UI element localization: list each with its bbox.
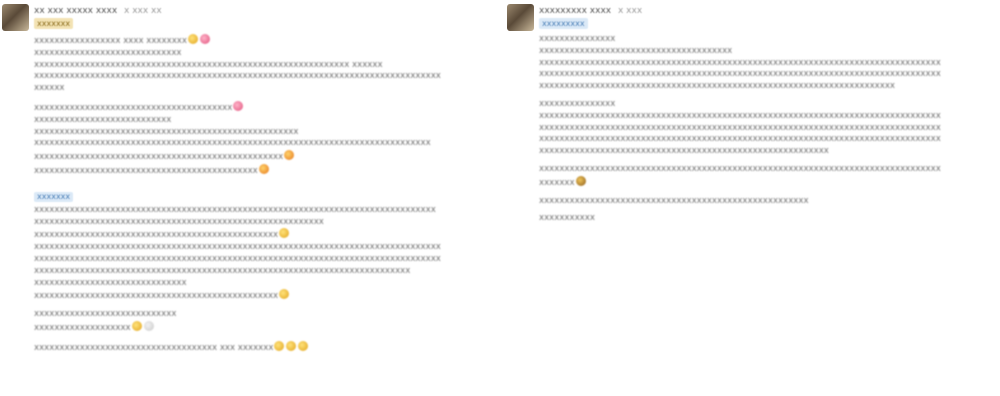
gold-emoji-icon (131, 320, 142, 331)
text-line: xxxxxxxxxxxxxxxxxxxxxxxxxxxxxxxxxxxxxxxx… (34, 228, 496, 242)
post-meta: x xxx xx (124, 6, 162, 16)
paragraph: xxxxxxxxxxxxxxxxxxxxxxxxxxxxxxxxxxxxxxx … (34, 100, 496, 178)
text-line: xxxxxxxxxxxxxxx (539, 98, 616, 109)
pink-emoji-icon (199, 34, 210, 44)
text-line: xxxxxxxxxxxxxxxxxxxxxxxxxxxxxxxxxxxxxxxx… (34, 126, 299, 137)
text-line: xxxxxxxxxxxxxxxxxxxxxxxxxxxxxxxxxxxxxxxx… (539, 57, 941, 68)
text-line: xxxxxxxxxxxxxxxxxxxxxxxxxxxxxxxxxxxxxxxx… (34, 265, 411, 276)
user-badge: xxxxxxxxx (539, 18, 588, 29)
text-line: xxxxxxxxxxxxxxxxxxxxxxxxxxxxxxxxxxxxxxxx… (539, 110, 941, 121)
fire-emoji-icon (258, 163, 269, 174)
avatar[interactable] (2, 4, 29, 31)
text-line: xxxxxxxxxxxxxxxxxxxxxxxxxxxxxxxxxxxx xxx… (34, 340, 496, 355)
paragraph: xxxxxxxxxxxxxxx xxxxxxxxxxxxxxxxxxxxxxxx… (539, 34, 991, 93)
text-line: xxxxxxxxxxxxxxxxxxxxxxxxxxxxxxxxxxxxxxxx… (34, 216, 324, 227)
paragraph: xxxxxxxxxxxxxxxxxxxxxxxxxxxxxxxxxxxxxxxx… (539, 196, 991, 208)
user-badge: xxxxxxx (34, 18, 74, 29)
text-line: xxxxxxxxxxxxxxxxxxxxxxxxxxxxxxxxxxxxxx (539, 45, 733, 56)
text-line: xxxxxxxxxxxxxxxxxxxxxxxxxxxxxxxxxxxxxxxx… (539, 195, 809, 206)
author-line: xx xxx xxxxx xxxx x xxx xx (34, 6, 162, 16)
gold-emoji-icon (298, 340, 309, 351)
text-line: xxxxxxxxxxxxxxxxxxxxxxxxxxxxxxxxxxxxxxxx… (539, 69, 941, 80)
text-line: xxxxxxxxxxxxxxxxxxx (34, 320, 496, 335)
gold-emoji-icon (279, 289, 290, 300)
text-line: xxxxxxxxxxxxxxxxxxxxxxxxxxxxxxxxxxxxxxxx… (34, 204, 436, 215)
text-line: xxxxxxxxxxxxxxxxxxxxxxxxxxxxxxxxxxxxxxxx… (34, 253, 441, 264)
comment-page: xx xxx xxxxx xxxx x xxx xx xxxxxxx xxxxx… (0, 0, 1000, 396)
author-name[interactable]: xx xxx xxxxx xxxx (34, 6, 117, 16)
comment-header: xx xxx xxxxx xxxx x xxx xx xxxxxxx (0, 0, 500, 34)
text-line: xxxxxxxxxxxxxxxxxxxxxxxxxxxxxx (34, 277, 187, 288)
gold-emoji-icon (187, 34, 198, 44)
paragraph: xxxxxxxxxxxxxxx xxxxxxxxxxxxxxxxxxxxxxxx… (539, 99, 991, 158)
text-line: xxxxxxxxxxxxxxxxxxxxxxxxxxxxxxxxxxxxxxxx… (34, 150, 496, 164)
text-line: xxxxxxxxxxxxxxxxxxxxxxxxxxxxxxxxxxxxxxxx… (34, 289, 496, 303)
quote-tag[interactable]: xxxxxxx (34, 191, 74, 202)
gold-emoji-icon (286, 340, 297, 351)
comment-body: xxxxxxxxxxxxxxx xxxxxxxxxxxxxxxxxxxxxxxx… (505, 34, 995, 225)
text-line: xxxxxxxxxxxxxxxxxxxxxxxxxxxxxxxxxxxxxxx (34, 100, 496, 115)
text-line: xxxxxxxxxxxxxxxxxxxxxxxxxxxxxxxxxxxxxxxx… (539, 81, 896, 92)
author-name[interactable]: xxxxxxxxx xxxx (539, 6, 611, 16)
text-line: xxxxxxxxxxxxxxx (539, 34, 616, 44)
paragraph: xxxxxxxxxxx (539, 213, 991, 225)
fire-emoji-icon (284, 150, 295, 161)
text-line: xxxxxxxxxxxxxxxxxxxxxxxxxxxxxxxxxxxxxxxx… (539, 146, 829, 157)
text-line: xxxxxx (34, 83, 65, 94)
text-line: xxxxxxxxxxxxxxxxxxxxxxxxxxxxxxxxxxxxxxxx… (34, 163, 496, 178)
comment-right: xxxxxxxxx xxxx x xxx xxxxxxxxx xxxxxxxxx… (505, 0, 995, 231)
text-line: xxxxxxxxxxxxxxxxxxxxxxxxxxxxxxxxxxxxxxxx… (34, 138, 431, 149)
paragraph: xxxxxxxxxxxxxxxxxxxxxxxxxxxx xxxxxxxxxxx… (34, 309, 496, 335)
post-meta: x xxx (617, 6, 643, 16)
avatar[interactable] (507, 4, 534, 31)
author-line: xxxxxxxxx xxxx x xxx (539, 6, 642, 16)
text-line: xxxxxxxxxxxxxxxxxxxxxxxxxxxxxxxxxxxxxxxx… (539, 163, 941, 174)
pink-emoji-icon (233, 100, 244, 111)
comment-body: xxxxxxxxxxxxxxxxx xxxx xxxxxxxx xxxxxxxx… (0, 34, 500, 355)
text-line: xxxxxxxxxxxxxxxxxxxxxxxxxxxxx (34, 47, 182, 58)
gold-emoji-icon (279, 228, 290, 239)
text-line: xxxxxxxxxxxxxxxxxxxxxxxxxxxxxxxxxxxxxxxx… (34, 59, 383, 70)
comment-header: xxxxxxxxx xxxx x xxx xxxxxxxxx (505, 0, 995, 34)
brown-emoji-icon (575, 175, 586, 186)
text-line: xxxxxxxxxxxxxxxxxxxxxxxxxxxxxxxxxxxxxxxx… (34, 71, 441, 82)
text-line: xxxxxxxxxxxxxxxxxxxxxxxxxxxxxxxxxxxxxxxx… (539, 122, 941, 133)
paragraph: xxxxxxxxxxxxxxxxxxxxxxxxxxxxxxxxxxxx xxx… (34, 340, 496, 355)
text-line: xxxxxxxxxxxxxxxxxxxxxxxxxxxxxxxxxxxxxxxx… (34, 242, 441, 253)
text-line: xxxxxxxxxxxxxxxxx xxxx xxxxxxxx (34, 34, 496, 48)
text-line: xxxxxxxxxxxxxxxxxxxxxxxxxxx (34, 114, 172, 125)
text-line: xxxxxxx (539, 175, 991, 190)
comment-left: xx xxx xxxxx xxxx x xxx xx xxxxxxx xxxxx… (0, 0, 500, 361)
paragraph: xxxxxxx xxxxxxxxxxxxxxxxxxxxxxxxxxxxxxxx… (34, 184, 496, 303)
text-line: xxxxxxxxxxxxxxxxxxxxxxxxxxxxxxxxxxxxxxxx… (539, 134, 941, 145)
text-line: xxxxxxxxxxxxxxxxxxxxxxxxxxxx (34, 309, 177, 320)
gold-emoji-icon (274, 340, 285, 351)
paragraph: xxxxxxxxxxxxxxxxxxxxxxxxxxxxxxxxxxxxxxxx… (539, 164, 991, 190)
grey-emoji-icon (143, 320, 154, 331)
paragraph: xxxxxxxxxxxxxxxxx xxxx xxxxxxxx xxxxxxxx… (34, 34, 496, 95)
text-line: xxxxxxxxxxx (539, 213, 595, 224)
